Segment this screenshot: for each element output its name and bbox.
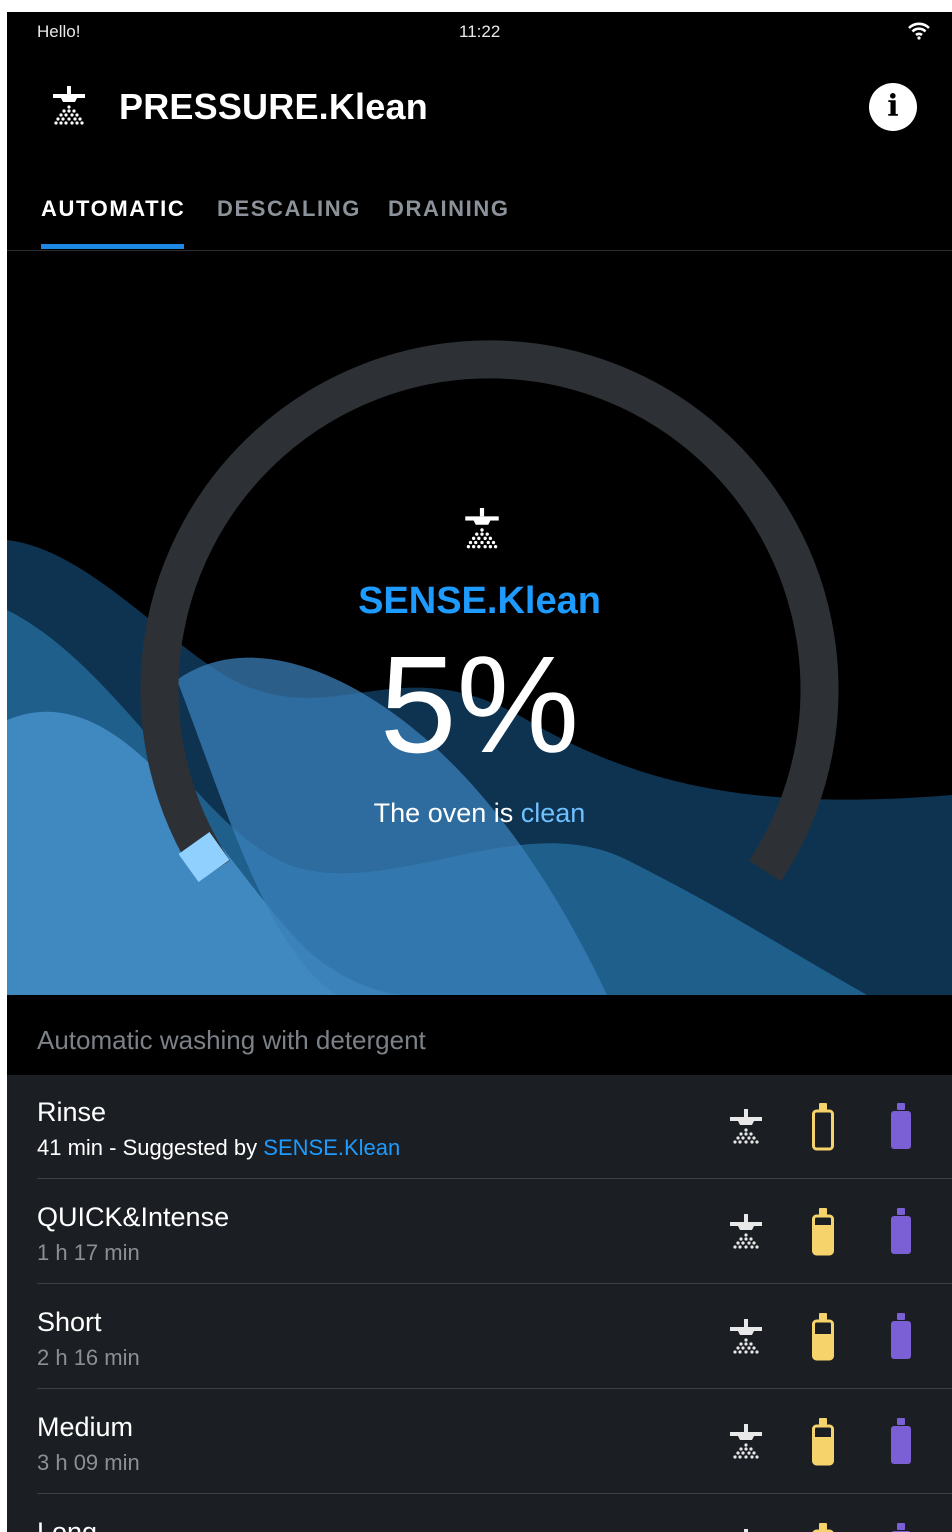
program-name: QUICK&Intense xyxy=(37,1202,230,1232)
tab-bar: AUTOMATIC DESCALING DRAINING xyxy=(7,188,952,251)
section-header: Automatic washing with detergent xyxy=(7,995,952,1075)
brand-label: SENSE.Klean xyxy=(358,580,601,622)
cleanliness-panel: SENSE.Klean 5% The oven is clean xyxy=(7,250,952,995)
shower-icon xyxy=(726,1319,766,1368)
shower-icon xyxy=(726,1214,766,1263)
program-duration: 41 min - Suggested by SENSE.Klean xyxy=(37,1135,400,1161)
rinse-aid-bottle-icon xyxy=(889,1521,913,1532)
shower-icon xyxy=(49,86,89,135)
shower-icon xyxy=(726,1424,766,1473)
program-row[interactable]: Short 2 h 16 min xyxy=(7,1285,952,1389)
row-divider xyxy=(37,1283,952,1284)
oven-status-word: clean xyxy=(520,798,586,828)
program-duration-text: 1 h 17 min xyxy=(37,1240,140,1265)
suggested-prefix: - Suggested by xyxy=(103,1135,264,1160)
app-screen: Hello! 11:22 PRESSURE.Klean i AUTOMATIC … xyxy=(7,12,952,1532)
detergent-bottle-icon xyxy=(811,1101,835,1158)
shower-icon xyxy=(726,1109,766,1158)
app-bar: PRESSURE.Klean i xyxy=(7,72,952,162)
program-duration-text: 41 min xyxy=(37,1135,104,1160)
tab-automatic[interactable]: AUTOMATIC xyxy=(41,196,185,222)
row-divider xyxy=(37,1178,952,1179)
wifi-icon xyxy=(907,22,931,45)
tab-active-indicator xyxy=(41,244,184,249)
info-button[interactable]: i xyxy=(869,83,917,131)
program-row[interactable]: Rinse 41 min - Suggested by SENSE.Klean xyxy=(7,1075,952,1179)
program-name: Short xyxy=(37,1307,102,1337)
program-name: Rinse xyxy=(37,1097,107,1127)
rinse-aid-bottle-icon xyxy=(889,1416,913,1473)
suggested-brand: SENSE.Klean xyxy=(263,1135,401,1160)
program-list: Rinse 41 min - Suggested by SENSE.Klean QU… xyxy=(7,1075,952,1532)
row-divider xyxy=(37,1493,952,1494)
tab-draining[interactable]: DRAINING xyxy=(388,196,510,222)
app-title: PRESSURE.Klean xyxy=(119,86,428,127)
program-duration-text: 3 h 09 min xyxy=(37,1450,140,1475)
rinse-aid-bottle-icon xyxy=(889,1311,913,1368)
detergent-bottle-icon xyxy=(811,1416,835,1473)
detergent-bottle-icon xyxy=(811,1206,835,1263)
program-name: Medium xyxy=(37,1412,134,1442)
status-greeting: Hello! xyxy=(37,22,81,41)
program-duration: 2 h 16 min xyxy=(37,1345,140,1371)
info-icon: i xyxy=(887,89,899,124)
oven-status: The oven is clean xyxy=(7,798,952,829)
detergent-bottle-icon xyxy=(811,1521,835,1532)
row-divider xyxy=(37,1388,952,1389)
program-row[interactable]: Long xyxy=(7,1495,952,1532)
program-duration: 1 h 17 min xyxy=(37,1240,140,1266)
detergent-bottle-icon xyxy=(811,1311,835,1368)
program-name: Long xyxy=(37,1517,98,1532)
program-row[interactable]: QUICK&Intense 1 h 17 min xyxy=(7,1180,952,1284)
program-duration-text: 2 h 16 min xyxy=(37,1345,140,1370)
tab-descaling[interactable]: DESCALING xyxy=(217,196,361,222)
rinse-aid-bottle-icon xyxy=(889,1101,913,1158)
dirt-percentage: 5% xyxy=(379,628,580,782)
status-bar: Hello! 11:22 xyxy=(7,12,952,52)
program-duration: 3 h 09 min xyxy=(37,1450,140,1476)
status-time: 11:22 xyxy=(459,22,501,41)
program-row[interactable]: Medium 3 h 09 min xyxy=(7,1390,952,1494)
oven-status-prefix: The oven is xyxy=(373,798,514,828)
rinse-aid-bottle-icon xyxy=(889,1206,913,1263)
section-title: Automatic washing with detergent xyxy=(37,1025,426,1055)
